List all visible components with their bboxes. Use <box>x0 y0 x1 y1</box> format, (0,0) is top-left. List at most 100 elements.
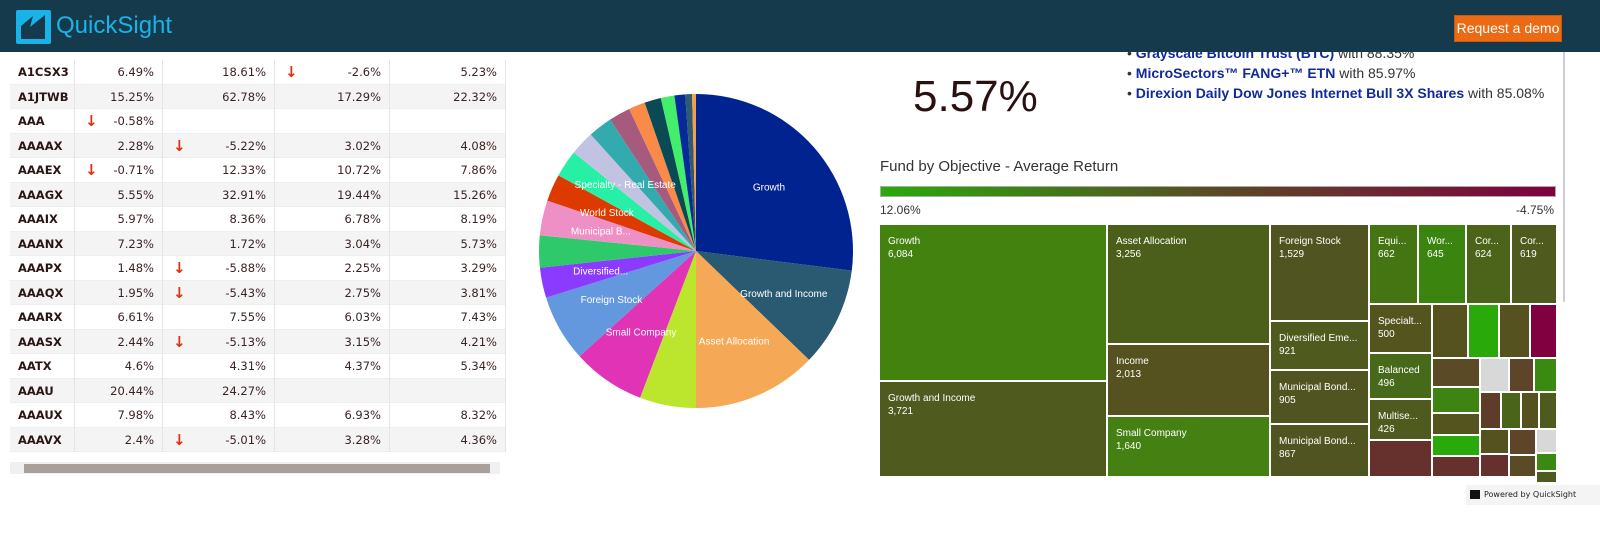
treemap-cell[interactable] <box>1433 457 1479 476</box>
treemap-cell[interactable]: Growth 6,084 <box>880 225 1106 380</box>
treemap-cell-label: Cor... <box>1475 236 1499 247</box>
table-row[interactable]: AAASX 2.44% ↓ -5.13% 3.15% 4.21% <box>10 329 506 354</box>
horizontal-scrollbar[interactable] <box>10 462 500 474</box>
return-cell: 62.78% <box>163 84 275 109</box>
treemap-cell[interactable]: Diversified Eme... 921 <box>1271 322 1368 369</box>
return-cell: 5.55% <box>75 182 163 207</box>
table-row[interactable]: AAAVX 2.4% ↓ -5.01% 3.28% 4.36% <box>10 427 506 452</box>
treemap-cell[interactable]: Asset Allocation 3,256 <box>1108 225 1269 343</box>
table-row[interactable]: AAAPX 1.48% ↓ -5.88% 2.25% 3.29% <box>10 256 506 281</box>
treemap-cell[interactable] <box>1537 454 1556 470</box>
cell-text: 62.78% <box>222 89 266 104</box>
cell-text: -5.43% <box>225 285 266 300</box>
table-row[interactable]: AAAAX 2.28% ↓ -5.22% 3.02% 4.08% <box>10 133 506 158</box>
cell-text: 4.37% <box>344 359 381 373</box>
cell-text: AAAAX <box>18 138 63 153</box>
table-row[interactable]: AAAEX ↓ -0.71% 12.33% 10.72% 7.86% <box>10 158 506 183</box>
table-row[interactable]: A1CSX3 6.49% 18.61% ↓ -2.6% 5.23% <box>10 60 506 85</box>
table-row[interactable]: AAARX 6.61% 7.55% 6.03% 7.43% <box>10 305 506 330</box>
treemap-cell[interactable]: Specialt... 500 <box>1370 305 1431 352</box>
return-cell: 4.21% <box>390 329 506 354</box>
vertical-scrollbar[interactable] <box>1563 52 1565 302</box>
return-cell <box>275 378 390 403</box>
treemap-cell[interactable]: Balanced 496 <box>1370 354 1431 398</box>
return-cell: 19.44% <box>275 182 390 207</box>
treemap-cell[interactable] <box>1433 388 1479 412</box>
treemap-cell[interactable]: Small Company 1,640 <box>1108 417 1269 476</box>
fund-link[interactable]: Direxion Daily Dow Jones Internet Bull 3… <box>1136 85 1464 101</box>
treemap-cell-value: 645 <box>1427 249 1444 260</box>
treemap-cell[interactable] <box>1535 359 1556 391</box>
fund-return: with 85.08% <box>1464 85 1545 101</box>
cell-text: 15.26% <box>453 187 497 202</box>
treemap-cell[interactable]: Municipal Bond... 905 <box>1271 371 1368 423</box>
arrow-down-icon: ↓ <box>85 161 98 179</box>
treemap-cell[interactable] <box>1537 472 1556 482</box>
treemap-cell-label: Growth <box>888 236 921 247</box>
treemap-cell-value: 3,721 <box>888 406 914 417</box>
table-row[interactable]: AAAIX 5.97% 8.36% 6.78% 8.19% <box>10 207 506 232</box>
treemap-cell[interactable] <box>1531 305 1556 357</box>
table-row[interactable]: AAA ↓ -0.58% <box>10 109 506 134</box>
return-cell: 7.55% <box>163 305 275 330</box>
pie-slice-label: Foreign Stock <box>581 295 644 306</box>
treemap-cell-value: 426 <box>1378 424 1395 435</box>
return-cell: 8.36% <box>163 207 275 232</box>
treemap-cell[interactable] <box>1481 430 1508 453</box>
cell-text: AAAU <box>18 383 54 398</box>
cell-text: AATX <box>18 359 52 373</box>
return-cell: 20.44% <box>75 378 163 403</box>
treemap-cell-value: 624 <box>1475 249 1492 260</box>
treemap-cell[interactable]: Multise... 426 <box>1370 400 1431 439</box>
treemap-cell[interactable] <box>1500 305 1529 357</box>
treemap-cell[interactable] <box>1370 441 1431 476</box>
treemap-cell[interactable] <box>1522 393 1538 428</box>
treemap-cell[interactable]: Income 2,013 <box>1108 345 1269 415</box>
table-row[interactable]: AATX 4.6% 4.31% 4.37% 5.34% <box>10 354 506 379</box>
table-row[interactable]: AAAGX 5.55% 32.91% 19.44% 15.26% <box>10 182 506 207</box>
return-cell: 3.28% <box>275 427 390 452</box>
cell-text: 17.29% <box>337 89 381 104</box>
treemap-cell[interactable] <box>1540 393 1556 428</box>
return-cell: 1.72% <box>163 231 275 256</box>
table-row[interactable]: AAAU 20.44% 24.27% <box>10 378 506 403</box>
cell-text: 6.49% <box>117 65 154 79</box>
request-demo-button[interactable]: Request a demo <box>1454 15 1562 42</box>
treemap-cell[interactable]: Wor... 645 <box>1419 225 1465 303</box>
table-row[interactable]: AAAQX 1.95% ↓ -5.43% 2.75% 3.81% <box>10 280 506 305</box>
treemap-cell[interactable] <box>1510 430 1535 454</box>
treemap-cell[interactable] <box>1469 305 1498 357</box>
arrow-down-icon: ↓ <box>85 112 98 130</box>
treemap-cell[interactable] <box>1510 456 1535 476</box>
treemap-cell[interactable] <box>1502 393 1520 428</box>
treemap-cell[interactable]: Foreign Stock 1,529 <box>1271 225 1368 320</box>
treemap-cell[interactable] <box>1433 305 1467 357</box>
treemap-cell[interactable]: Municipal Bond... 867 <box>1271 425 1368 476</box>
treemap-cell[interactable] <box>1433 414 1479 434</box>
treemap-cell[interactable] <box>1510 359 1533 391</box>
scrollbar-thumb[interactable] <box>24 464 490 473</box>
return-cell: 7.43% <box>390 305 506 330</box>
cell-text: 20.44% <box>110 383 154 398</box>
ticker-cell: AAARX <box>10 305 75 330</box>
return-cell <box>390 109 506 134</box>
treemap-cell[interactable] <box>1481 393 1500 428</box>
table-row[interactable]: A1JTWB 15.25% 62.78% 17.29% 22.32% <box>10 84 506 109</box>
treemap-cell[interactable]: Equi... 662 <box>1370 225 1417 303</box>
treemap-cell[interactable] <box>1433 436 1479 455</box>
table-row[interactable]: AAANX 7.23% 1.72% 3.04% 5.73% <box>10 231 506 256</box>
return-cell: 1.48% <box>75 256 163 281</box>
treemap-cell[interactable]: Cor... 619 <box>1512 225 1556 303</box>
treemap-cell[interactable]: Cor... 624 <box>1467 225 1510 303</box>
treemap-cell[interactable]: Growth and Income 3,721 <box>880 382 1106 476</box>
cell-text: 6.93% <box>344 408 381 422</box>
treemap-cell-label: Municipal Bond... <box>1279 382 1356 393</box>
treemap-cell[interactable] <box>1481 359 1508 391</box>
table-row[interactable]: AAAUX 7.98% 8.43% 6.93% 8.32% <box>10 403 506 428</box>
treemap-cell[interactable] <box>1433 359 1479 386</box>
treemap-cell[interactable] <box>1481 455 1508 476</box>
return-cell: 2.4% <box>75 427 163 452</box>
treemap-cell[interactable] <box>1537 430 1556 452</box>
kpi-value: 5.57% <box>913 72 1038 121</box>
fund-link[interactable]: MicroSectors™ FANG+™ ETN <box>1136 65 1336 81</box>
